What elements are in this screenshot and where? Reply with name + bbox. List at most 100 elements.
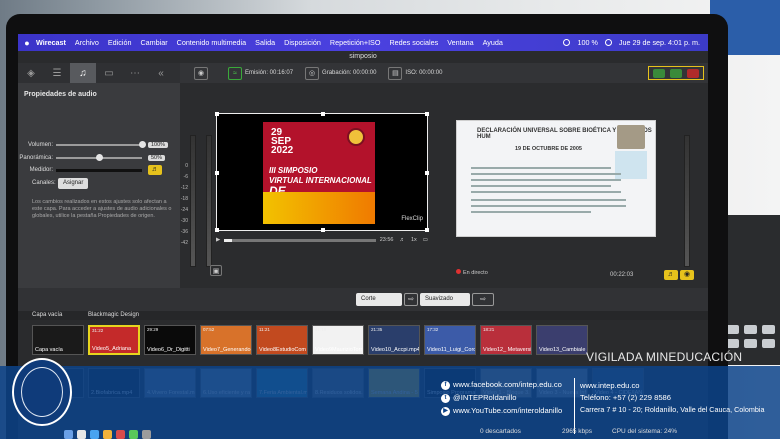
finder-icon[interactable] [64,430,73,439]
shot-thumbnail[interactable]: 18:21 Video12_ Metaversi [480,325,532,355]
vu-tick: 0 [185,163,188,169]
settings-tab-icon[interactable]: ☰ [44,63,70,83]
shot-thumbnail[interactable]: 11:21 Video8EstudioCom [256,325,308,355]
shot-label: Video13_Cambiale [539,347,586,353]
tab-blackmagic[interactable]: Blackmagic Design [88,312,139,318]
fullscreen-icon[interactable]: ▭ [423,237,428,243]
snapshot-icon[interactable]: ▣ [210,265,222,276]
footer-divider [574,378,575,434]
text-line [471,167,611,169]
iso-icon[interactable]: ▤ [388,66,403,80]
menu-edicion[interactable]: Edición [108,38,132,47]
layout-single-button[interactable] [653,68,666,78]
menu-ayuda[interactable]: Ayuda [483,38,503,47]
volume-slider[interactable] [56,141,146,148]
headphones-icon[interactable]: ◉ [680,270,694,280]
shot-label: Video8EstudioCom [259,347,306,353]
play-icon[interactable]: ▶ [216,237,220,243]
shot-label: Video10_Accpi.mp4 [371,347,420,353]
live-status-label: En directo [463,270,488,276]
volume-knob[interactable] [139,141,146,148]
layout-record-button[interactable] [686,68,699,78]
iso-timer: ISO: 00:00:00 [405,70,443,76]
pan-row: Panorámica: 50% [18,153,180,163]
shot-thumbnail[interactable]: 17:32 Video11_Luigi_Cord [424,325,476,355]
layout-dual-button[interactable] [669,68,682,78]
shot-thumbnail[interactable]: 41:19 Video9MaurizioTorr [312,325,364,355]
shot-label: Video6_Dr_Digitti [147,347,190,353]
messages-icon[interactable] [129,430,138,439]
live-audio-icon[interactable]: ♬ [664,270,678,280]
broadcast-icon[interactable]: ≈ [228,66,242,80]
resize-handle[interactable] [425,112,429,116]
more-tab-icon[interactable]: ⋯ [122,63,148,83]
address-text: Carrera 7 # 10 - 20; Roldanillo, Valle d… [580,405,765,414]
shot-thumbnail[interactable]: 31:22 Video5_Adriana [88,325,140,355]
search-icon[interactable] [604,39,612,46]
transform-tab-icon[interactable]: ▭ [96,63,122,83]
assign-button[interactable]: Asignar [58,178,89,189]
menu-repeticion[interactable]: Repetición+ISO [330,38,381,47]
shot-thumbnail[interactable]: 29:29 Video6_Dr_Digitti [144,325,196,355]
record-icon[interactable]: ◎ [305,66,320,80]
smooth-transition-select[interactable]: Suavizado [420,293,470,306]
scrub-fill [224,238,232,242]
audio-tab-icon[interactable]: ♫ [70,63,96,83]
live-monitor[interactable]: DECLARACIÓN UNIVERSAL SOBRE BIOÉTICA Y D… [456,120,656,237]
app-icon[interactable] [142,430,151,439]
resize-handle[interactable] [321,228,325,232]
shot-thumbnail[interactable]: Video13_Cambiale [536,325,588,355]
launchpad-icon[interactable] [77,430,86,439]
twitter-link: t @INTEPRoldanillo [441,393,516,403]
speaker-icon[interactable]: ♬ [148,165,162,175]
cut-go-icon[interactable]: ⇨ [404,293,418,306]
collapse-icon[interactable]: « [148,63,174,83]
shot-thumbnail[interactable]: Capa vacía [32,325,84,355]
youtube-link: ▶ www.YouTube.com/interoldanillo [441,406,562,416]
menu-contenido[interactable]: Contenido multimedia [177,38,247,47]
logo-ring [21,367,63,417]
speed-select[interactable]: 1x [411,237,417,243]
layout-mode-group [648,66,704,80]
youtube-text: www.YouTube.com/interoldanillo [453,406,563,415]
scrub-bar[interactable] [224,238,376,242]
resize-handle[interactable] [215,228,219,232]
pan-value[interactable]: 50% [148,155,166,161]
shot-duration: 21:35 [371,327,383,332]
menu-redes[interactable]: Redes sociales [389,38,438,47]
app-icon[interactable] [116,430,125,439]
apple-icon[interactable]: ● [18,38,36,48]
menu-salida[interactable]: Salida [255,38,275,47]
resize-handle[interactable] [425,228,429,232]
resize-handle[interactable] [321,112,325,116]
shot-thumbnail[interactable]: 07:52 Video7_Generando [200,325,252,355]
menu-ventana[interactable]: Ventana [447,38,473,47]
menu-disposicion[interactable]: Disposición [284,38,321,47]
resize-handle[interactable] [215,171,219,175]
meter-label: Medidor: [29,167,53,173]
cut-transition-select[interactable]: Corte [356,293,402,306]
volume-value[interactable]: 100% [148,142,169,148]
pan-slider[interactable] [56,154,142,161]
shot-tabs: Capa vacía Blackmagic Design [18,311,708,320]
resize-handle[interactable] [425,171,429,175]
vu-meter-right [206,135,212,267]
tab-empty-layer[interactable]: Capa vacía [32,312,62,318]
audio-monitor-icon[interactable]: ◉ [194,66,208,80]
pan-knob[interactable] [96,154,103,161]
menu-cambiar[interactable]: Cambiar [140,38,167,47]
preview-monitor[interactable]: 29 SEP 2022 III SIMPOSIO VIRTUAL INTERNA… [215,112,429,232]
shot-duration: 31:22 [92,328,104,333]
battery-percent[interactable]: 100 % [577,38,597,47]
smooth-go-icon[interactable]: ⇨ [472,293,494,306]
safari-icon[interactable] [90,430,99,439]
menu-app-name[interactable]: Wirecast [36,38,66,47]
menu-archivo[interactable]: Archivo [75,38,99,47]
menubar-datetime[interactable]: Jue 29 de sep. 4:01 p. m. [619,38,700,47]
shot-thumbnail[interactable]: 21:35 Video10_Accpi.mp4 [368,325,420,355]
resize-handle[interactable] [215,112,219,116]
speaker-icon[interactable]: ♬ [399,237,405,243]
chrome-icon[interactable] [103,430,112,439]
wifi-icon[interactable] [563,39,571,46]
layers-tab-icon[interactable]: ◈ [18,63,44,83]
